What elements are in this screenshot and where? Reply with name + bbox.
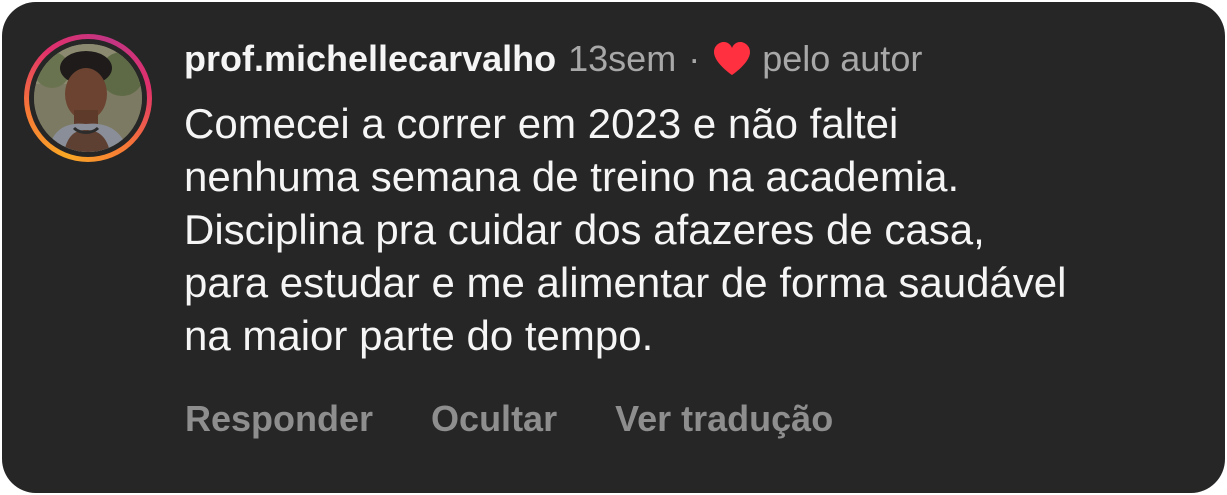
comment-text: Comecei a correr em 2023 e não faltei ne… xyxy=(184,97,1219,362)
heart-shape xyxy=(714,42,751,75)
story-ring[interactable] xyxy=(24,34,152,162)
comment-line: Disciplina pra cuidar dos afazeres de ca… xyxy=(184,206,985,253)
liked-by-author-label: pelo autor xyxy=(762,38,923,79)
separator-dot: · xyxy=(688,38,701,79)
hide-button[interactable]: Ocultar xyxy=(431,398,557,440)
comment-age[interactable]: 13sem xyxy=(568,38,676,80)
comment-line: na maior parte do tempo. xyxy=(184,312,654,359)
reply-button[interactable]: Responder xyxy=(185,398,373,440)
comment-header: prof.michellecarvalho 13sem · pelo autor xyxy=(184,36,922,82)
comment-line: Comecei a correr em 2023 e não faltei xyxy=(184,100,899,147)
avatar[interactable] xyxy=(34,44,142,152)
comment-actions: Responder Ocultar Ver tradução xyxy=(185,398,833,440)
comment-line: para estudar e me alimentar de forma sau… xyxy=(184,259,1067,306)
heart-icon xyxy=(712,41,752,77)
comment-card: prof.michellecarvalho 13sem · pelo autor… xyxy=(2,2,1225,493)
username-link[interactable]: prof.michellecarvalho xyxy=(184,38,556,80)
see-translation-button[interactable]: Ver tradução xyxy=(615,398,833,440)
comment-line: nenhuma semana de treino na academia. xyxy=(184,153,960,200)
avatar-photo xyxy=(34,44,142,152)
